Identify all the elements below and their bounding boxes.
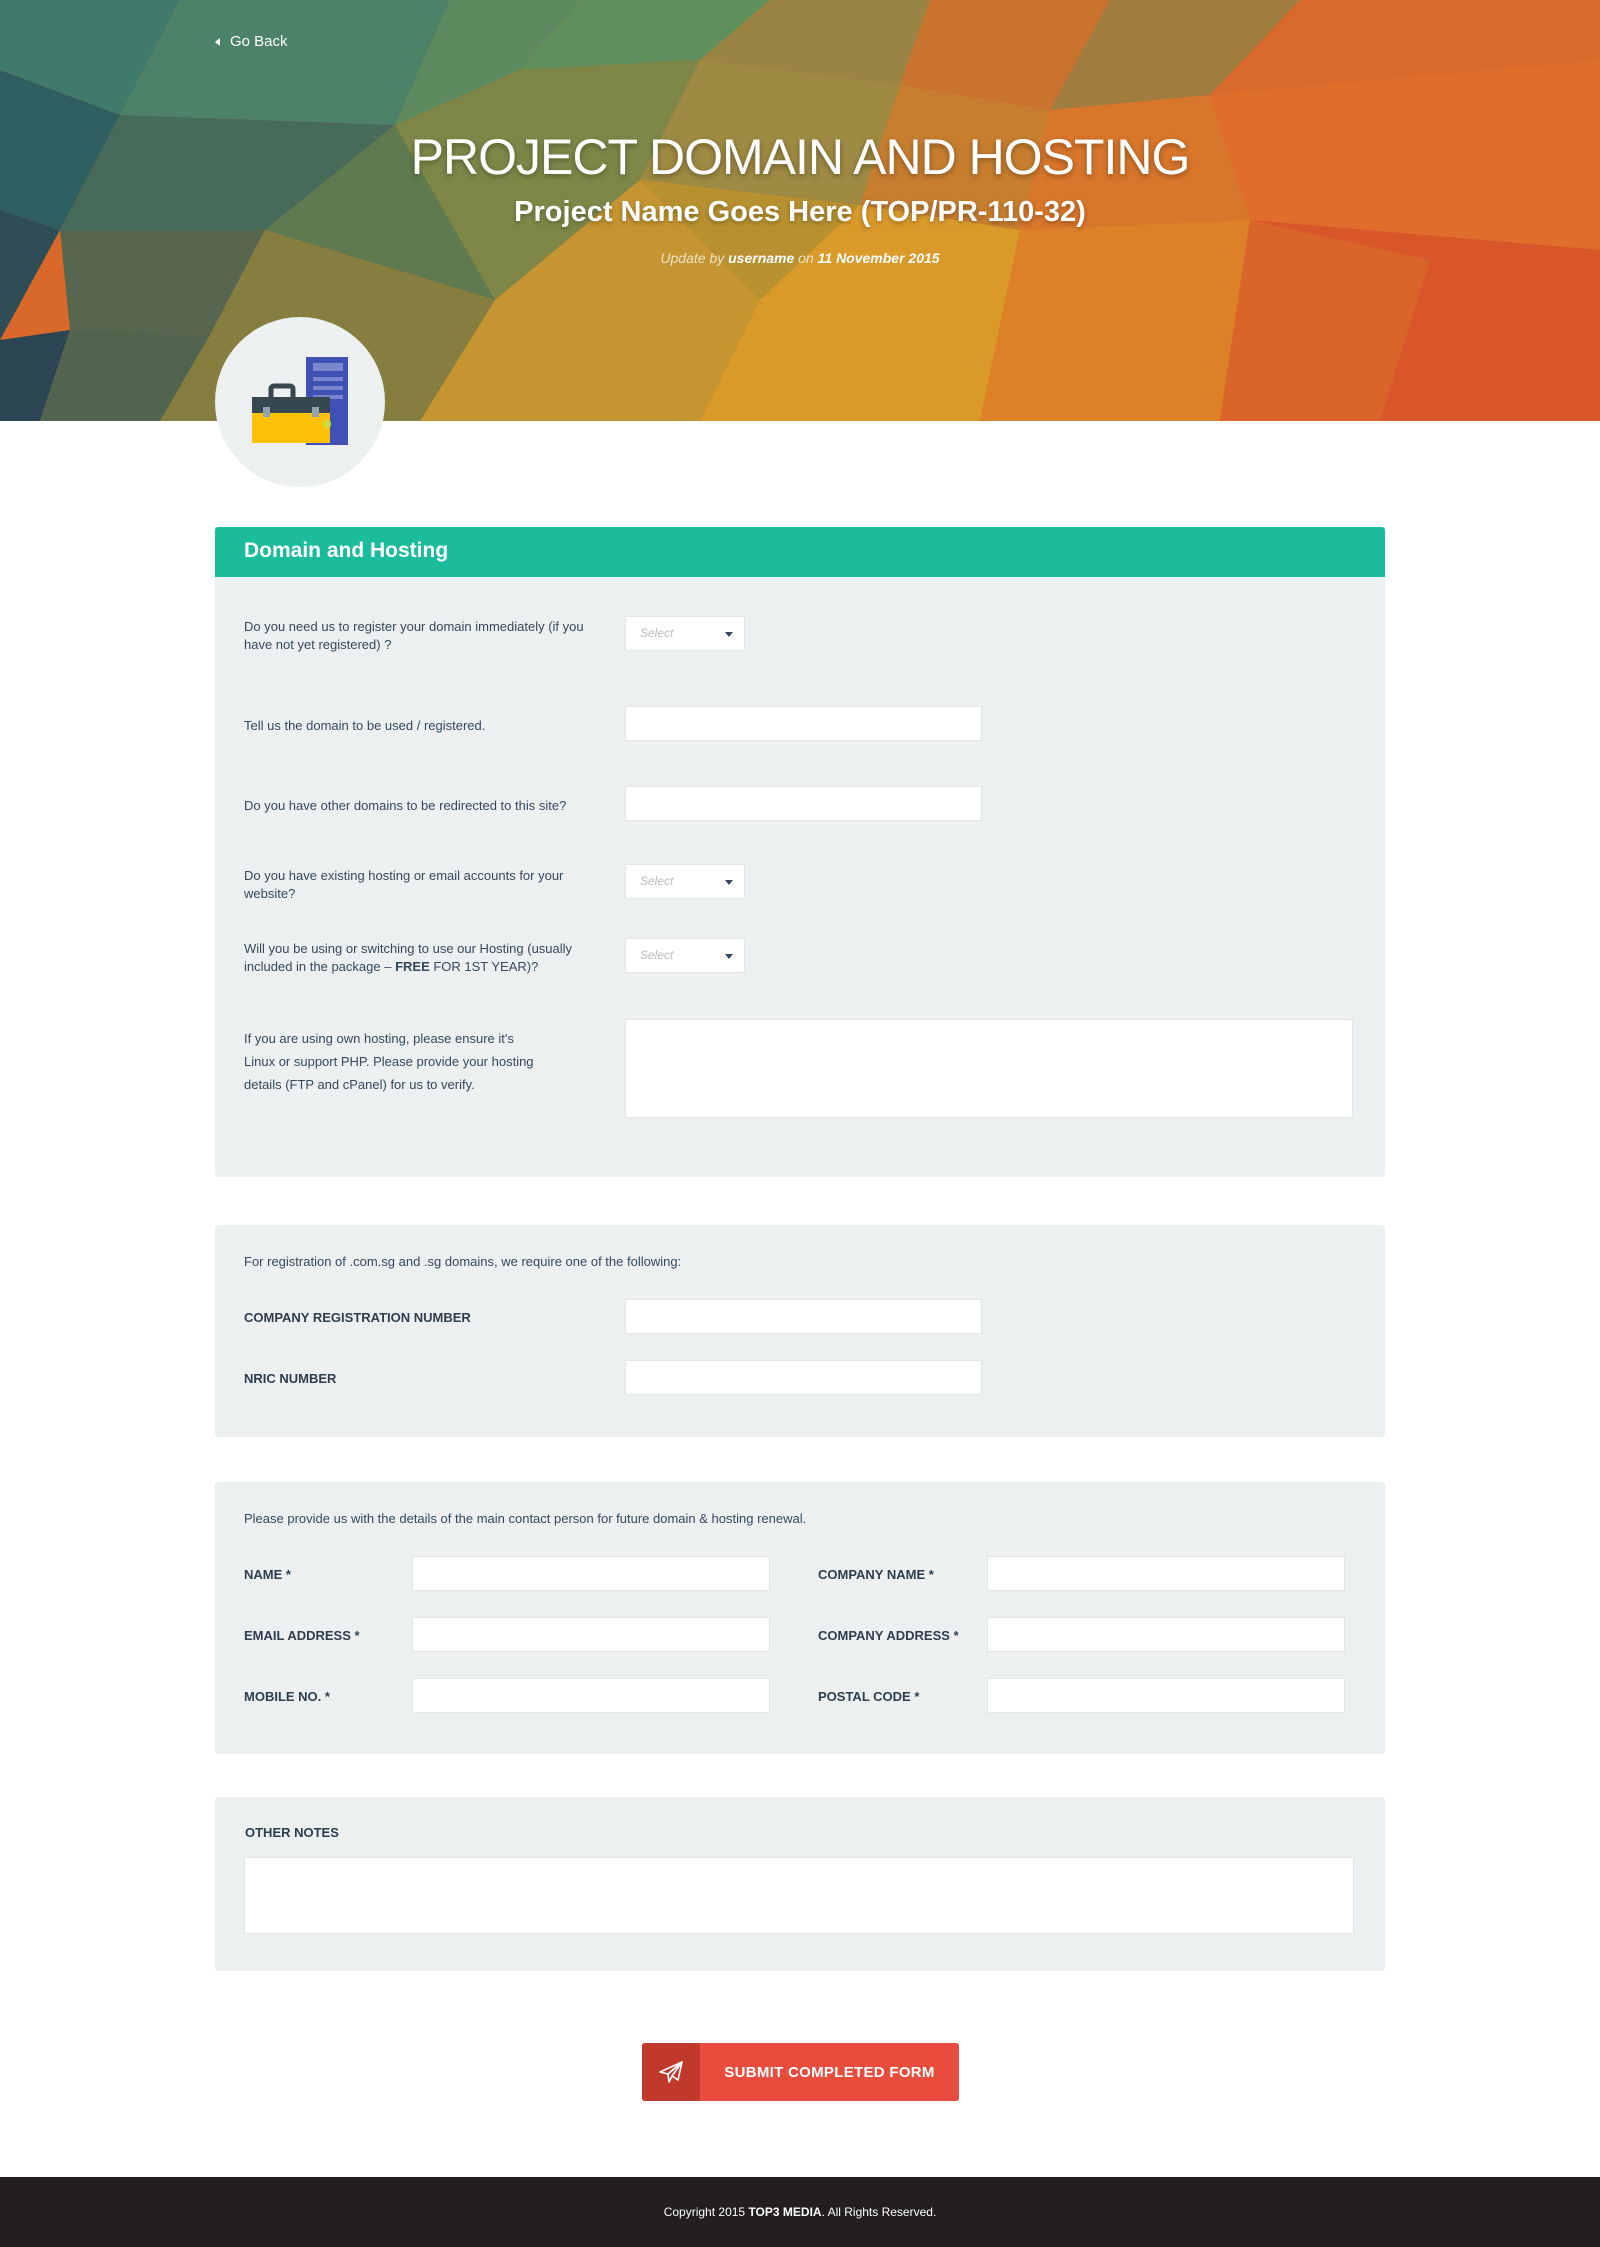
required-mark: * xyxy=(285,1567,291,1582)
contact-intro: Please provide us with the details of th… xyxy=(244,1511,807,1526)
existing-hosting-select[interactable]: Select xyxy=(625,864,745,899)
sg-domain-panel: For registration of .com.sg and .sg doma… xyxy=(215,1225,1385,1437)
caret-down-icon xyxy=(725,632,733,637)
company-name-input[interactable] xyxy=(987,1556,1345,1591)
submit-button[interactable]: SUBMIT COMPLETED FORM xyxy=(642,2043,959,2101)
company-name-label-text: COMPANY NAME xyxy=(818,1567,926,1582)
notes-panel: OTHER NOTES xyxy=(215,1797,1385,1971)
company-reg-label: COMPANY REGISTRATION NUMBER xyxy=(244,1310,471,1325)
project-avatar xyxy=(215,317,385,487)
footer: Copyright 2015 TOP3 MEDIA. All Rights Re… xyxy=(0,2177,1600,2247)
caret-down-icon xyxy=(725,954,733,959)
domain-hosting-panel: Domain and Hosting Do you need us to reg… xyxy=(215,527,1385,1177)
postal-code-label-text: POSTAL CODE xyxy=(818,1689,911,1704)
go-back-link[interactable]: Go Back xyxy=(215,33,288,50)
company-address-label: COMPANY ADDRESS * xyxy=(818,1627,959,1645)
meta-prefix: Update by xyxy=(660,250,725,266)
other-notes-label: OTHER NOTES xyxy=(245,1825,339,1840)
q-redirect-domains-label: Do you have other domains to be redirect… xyxy=(244,798,567,813)
company-address-input[interactable] xyxy=(987,1617,1345,1652)
name-input[interactable] xyxy=(412,1556,770,1591)
existing-hosting-select-value: Select xyxy=(640,874,674,888)
q-use-our-hosting-text-2: FOR 1ST YEAR)? xyxy=(429,959,539,974)
postal-code-input[interactable] xyxy=(987,1678,1345,1713)
name-label: NAME * xyxy=(244,1566,291,1584)
sg-domain-intro: For registration of .com.sg and .sg doma… xyxy=(244,1254,682,1269)
nric-label: NRIC NUMBER xyxy=(244,1371,337,1386)
meta-on: on xyxy=(798,250,814,266)
update-meta: Update by username on 11 November 2015 xyxy=(0,250,1600,266)
meta-username: username xyxy=(728,250,795,266)
redirect-domains-input[interactable] xyxy=(625,786,982,821)
footer-suffix: . All Rights Reserved. xyxy=(821,2205,937,2219)
caret-down-icon xyxy=(725,880,733,885)
company-name-label: COMPANY NAME * xyxy=(818,1566,934,1584)
company-address-label-text: COMPANY ADDRESS xyxy=(818,1628,950,1643)
footer-prefix: Copyright 2015 xyxy=(663,2205,746,2219)
company-reg-input[interactable] xyxy=(625,1299,982,1334)
domain-hosting-heading: Domain and Hosting xyxy=(215,527,1385,577)
mobile-label-text: MOBILE NO. xyxy=(244,1689,322,1704)
submit-icon-box xyxy=(642,2043,700,2101)
required-mark: * xyxy=(914,1689,920,1704)
meta-date: 11 November 2015 xyxy=(817,250,940,266)
q-register-domain-label: Do you need us to register your domain i… xyxy=(244,619,584,652)
go-back-label: Go Back xyxy=(230,33,288,50)
name-label-text: NAME xyxy=(244,1567,283,1582)
use-our-hosting-select[interactable]: Select xyxy=(625,938,745,973)
q-existing-hosting-label: Do you have existing hosting or email ac… xyxy=(244,868,564,901)
email-label-text: EMAIL ADDRESS xyxy=(244,1628,351,1643)
postal-code-label: POSTAL CODE * xyxy=(818,1688,919,1706)
contact-panel: Please provide us with the details of th… xyxy=(215,1482,1385,1754)
q-own-hosting-label: If you are using own hosting, please ens… xyxy=(244,1031,534,1092)
domain-used-input[interactable] xyxy=(625,706,982,741)
q-domain-used-label: Tell us the domain to be used / register… xyxy=(244,718,486,733)
paper-plane-icon xyxy=(659,2061,683,2083)
other-notes-textarea[interactable] xyxy=(244,1857,1354,1934)
page-title: PROJECT DOMAIN AND HOSTING xyxy=(410,129,1191,185)
use-our-hosting-select-value: Select xyxy=(640,948,674,962)
caret-left-icon xyxy=(215,37,220,46)
footer-brand: TOP3 MEDIA xyxy=(748,2205,822,2219)
email-label: EMAIL ADDRESS * xyxy=(244,1627,360,1645)
email-input[interactable] xyxy=(412,1617,770,1652)
q-use-our-hosting-free: FREE xyxy=(395,959,430,974)
required-mark: * xyxy=(324,1689,330,1704)
hosting-details-textarea[interactable] xyxy=(625,1019,1353,1118)
q-use-our-hosting-label: Will you be using or switching to use ou… xyxy=(244,940,579,976)
register-domain-select[interactable]: Select xyxy=(625,616,745,651)
page-subtitle: Project Name Goes Here (TOP/PR-110-32) xyxy=(514,196,1086,228)
required-mark: * xyxy=(953,1628,959,1643)
briefcase-server-icon xyxy=(252,357,348,445)
nric-input[interactable] xyxy=(625,1360,982,1395)
mobile-input[interactable] xyxy=(412,1678,770,1713)
mobile-label: MOBILE NO. * xyxy=(244,1688,330,1706)
required-mark: * xyxy=(928,1567,934,1582)
submit-label: SUBMIT COMPLETED FORM xyxy=(724,2063,935,2081)
register-domain-select-value: Select xyxy=(640,626,674,640)
required-mark: * xyxy=(354,1628,360,1643)
